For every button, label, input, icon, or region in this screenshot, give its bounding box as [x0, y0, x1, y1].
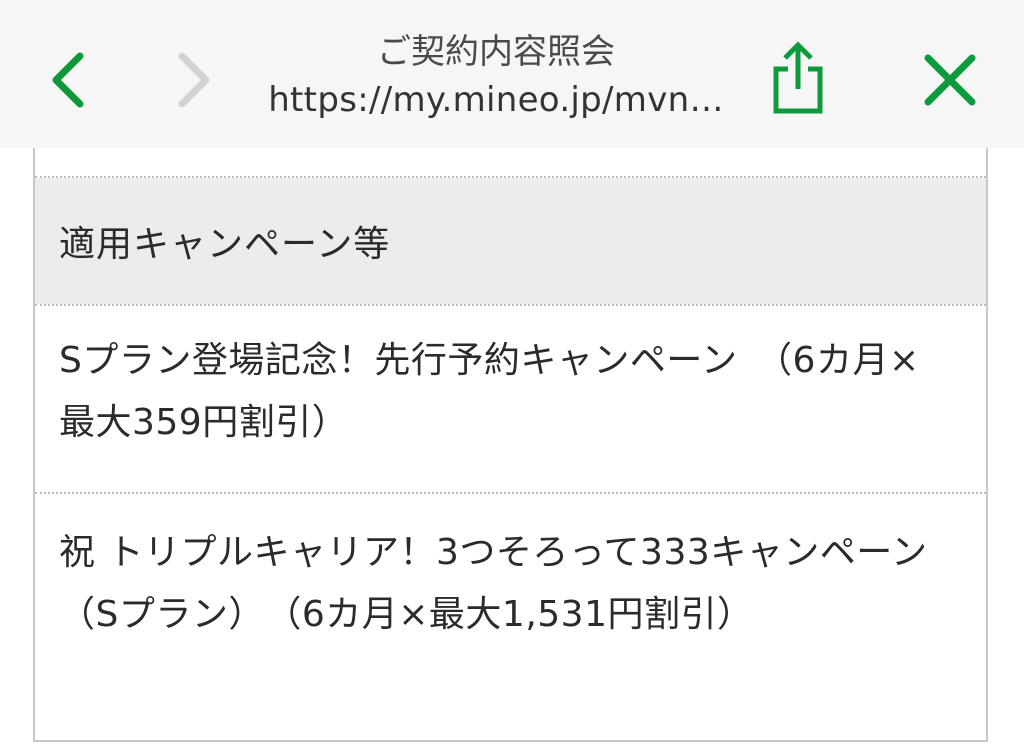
browser-header: ご契約内容照会 https://my.mineo.jp/mvn…	[0, 0, 1024, 148]
campaign-item: 祝 トリプルキャリア！3つそろって333キャンペーン（Sプラン） （6カ月×最大…	[35, 522, 986, 646]
campaign-text: 祝 トリプルキャリア！3つそろって333キャンペーン（Sプラン） （6カ月×最大…	[59, 532, 928, 635]
campaign-text: Sプラン登場記念！先行予約キャンペーン （6カ月×最大359円割引）	[59, 340, 920, 443]
divider	[35, 492, 986, 494]
title-block: ご契約内容照会 https://my.mineo.jp/mvn…	[236, 28, 756, 128]
section-header-label: 適用キャンペーン等	[59, 224, 391, 265]
close-icon	[924, 54, 976, 106]
divider	[35, 304, 986, 306]
forward-button[interactable]	[162, 40, 226, 120]
share-icon	[773, 41, 823, 114]
page: ご契約内容照会 https://my.mineo.jp/mvn… 適用キャンペー…	[0, 0, 1024, 751]
close-button[interactable]	[910, 40, 990, 120]
campaign-item: Sプラン登場記念！先行予約キャンペーン （6カ月×最大359円割引）	[35, 330, 986, 454]
share-button[interactable]	[764, 36, 832, 120]
chevron-right-icon	[178, 52, 210, 108]
campaign-card: 適用キャンペーン等 Sプラン登場記念！先行予約キャンペーン （6カ月×最大359…	[33, 148, 988, 742]
back-button[interactable]	[36, 40, 100, 120]
section-header: 適用キャンペーン等	[35, 178, 986, 304]
chevron-left-icon	[52, 52, 84, 108]
page-url[interactable]: https://my.mineo.jp/mvn…	[236, 76, 756, 124]
page-title: ご契約内容照会	[377, 32, 615, 72]
